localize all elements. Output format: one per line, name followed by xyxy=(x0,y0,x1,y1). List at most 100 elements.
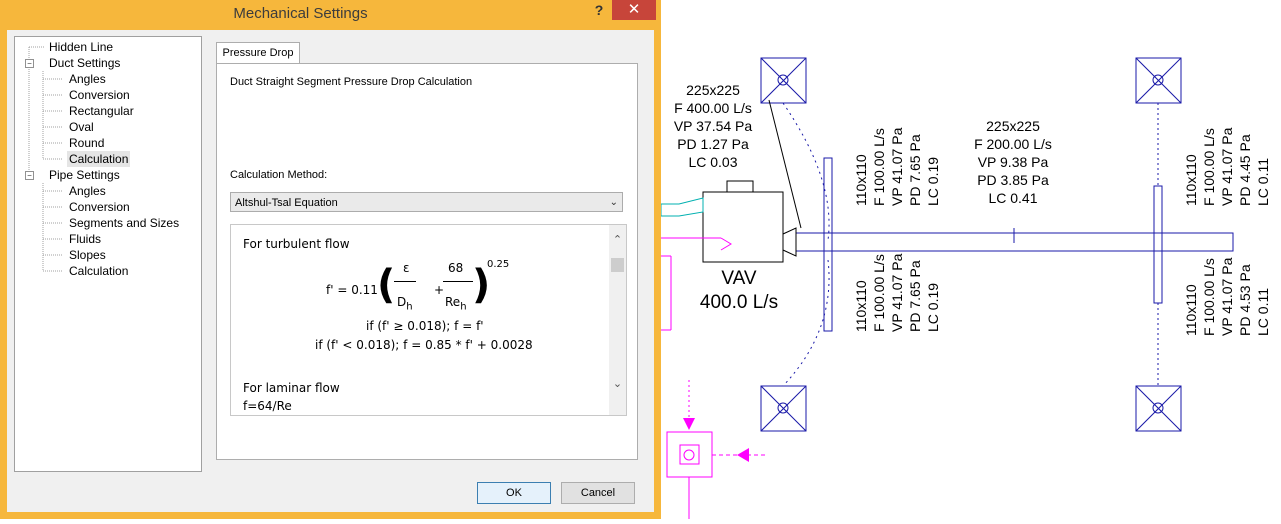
branch-lu-line-4: LC 0.19 xyxy=(925,283,941,332)
tree-item-duct-oval[interactable]: Oval xyxy=(69,119,94,135)
calculation-method-select[interactable]: Altshul-Tsal Equation ⌄ xyxy=(230,192,623,212)
formula-preview: For turbulent flow f' = 0.11 ( ε Dh + 68… xyxy=(230,224,627,416)
inlet-label-line-2: VP 37.54 Pa xyxy=(674,118,753,134)
tree-item-pipe-angles[interactable]: Angles xyxy=(69,183,106,199)
drawing-canvas[interactable]: 225x225 F 400.00 L/s VP 37.54 Pa PD 1.27 Pa… xyxy=(660,0,1281,519)
tree-item-pipe-settings[interactable]: Pipe Settings xyxy=(49,167,120,183)
calculation-method-value: Altshul-Tsal Equation xyxy=(235,197,338,209)
branch-duct-right xyxy=(1153,185,1163,304)
main-label-line-1: F 200.00 L/s xyxy=(974,136,1052,152)
branch-rl-line-0: 110x110 xyxy=(1183,284,1199,336)
main-label-line-2: VP 9.38 Pa xyxy=(978,154,1049,170)
branch-left-lower-label: 110x110 F 100.00 L/s VP 41.07 Pa PD 7.65 Pa… xyxy=(853,253,941,332)
vav-box xyxy=(702,191,784,263)
chevron-down-icon: ⌄ xyxy=(609,197,618,208)
main-label-line-0: 225x225 xyxy=(986,118,1040,134)
formula-dh: Dh xyxy=(397,295,413,313)
inlet-label-line-0: 225x225 xyxy=(686,82,740,98)
duct-settings-expander[interactable]: − xyxy=(25,59,34,68)
right-paren-icon: ) xyxy=(472,262,491,308)
branch-right-lower-label: 110x110 F 100.00 L/s VP 41.07 Pa PD 4.53 Pa… xyxy=(1183,257,1271,336)
formula-condition-2: if (f' < 0.018); f = 0.85 * f' + 0.0028 xyxy=(315,338,533,352)
calculation-method-label: Calculation Method: xyxy=(230,169,328,181)
branch-right-upper-label: 110x110 F 100.00 L/s VP 41.07 Pa PD 4.45 Pa… xyxy=(1183,127,1271,206)
formula-content: For turbulent flow f' = 0.11 ( ε Dh + 68… xyxy=(231,225,608,415)
settings-tree[interactable]: − − Hidden Line Duct Settings Angles Con… xyxy=(14,36,202,472)
tree-item-duct-angles[interactable]: Angles xyxy=(69,71,106,87)
formula-reh: Reh xyxy=(445,295,467,313)
turbulent-heading: For turbulent flow xyxy=(243,237,350,251)
branch-ru-line-2: VP 41.07 Pa xyxy=(1219,127,1235,206)
formula-epsilon: ε xyxy=(403,261,410,275)
inlet-duct-cyan xyxy=(660,197,704,217)
main-duct-label: 225x225 F 200.00 L/s VP 9.38 Pa PD 3.85 Pa L… xyxy=(974,118,1052,206)
inlet-label-line-3: PD 1.27 Pa xyxy=(677,136,749,152)
tree-item-duct-conversion[interactable]: Conversion xyxy=(69,87,130,103)
cancel-button[interactable]: Cancel xyxy=(561,482,635,504)
inlet-label-line-4: LC 0.03 xyxy=(688,154,737,170)
ok-button[interactable]: OK xyxy=(477,482,551,504)
branch-rl-line-1: F 100.00 L/s xyxy=(1201,258,1217,336)
branch-lu-line-1: F 100.00 L/s xyxy=(871,254,887,332)
branch-lu-line-2: VP 41.07 Pa xyxy=(889,253,905,332)
fraction-bar-2 xyxy=(443,281,473,282)
branch-ru-line-3: PD 4.45 Pa xyxy=(1237,134,1253,206)
branch-ru-line-0: 110x110 xyxy=(1183,154,1199,206)
laminar-formula: f=64/Re xyxy=(243,399,292,413)
branch-lu-line-0: 110x110 xyxy=(853,154,869,206)
tree-item-duct-calculation[interactable]: Calculation xyxy=(67,151,131,167)
vav-title: VAV xyxy=(721,268,757,289)
fraction-bar-1 xyxy=(394,281,416,282)
pipe-settings-expander[interactable]: − xyxy=(25,171,34,180)
vav-flow: 400.0 L/s xyxy=(700,292,778,313)
scroll-down-icon[interactable]: ⌄ xyxy=(609,377,626,394)
title-bar[interactable]: Mechanical Settings ? ✕ xyxy=(0,0,661,30)
scroll-up-icon[interactable]: ⌃ xyxy=(609,233,626,250)
tree-item-pipe-segments-sizes[interactable]: Segments and Sizes xyxy=(69,215,179,231)
vav-actuator xyxy=(726,180,754,193)
formula-scrollbar[interactable]: ⌃ ⌄ xyxy=(609,225,626,415)
tree-item-duct-round[interactable]: Round xyxy=(69,135,104,151)
formula-exponent: 0.25 xyxy=(487,259,510,270)
branch-ru-line-1: F 100.00 L/s xyxy=(1201,128,1217,206)
tab-pressure-drop[interactable]: Pressure Drop xyxy=(216,42,300,64)
mechanical-settings-dialog: Mechanical Settings ? ✕ − − Hidden Line … xyxy=(0,0,661,519)
branch-duct-left xyxy=(823,157,833,332)
branch-rl-line-3: PD 4.53 Pa xyxy=(1237,264,1253,336)
formula-plus: + xyxy=(434,283,445,297)
tree-item-duct-settings[interactable]: Duct Settings xyxy=(49,55,120,71)
pink-diffuser xyxy=(666,431,713,478)
branch-ru-line-4: LC 0.11 xyxy=(1255,158,1271,206)
branch-lu-line-0: 110x110 xyxy=(853,280,869,332)
pressure-drop-panel: Duct Straight Segment Pressure Drop Calc… xyxy=(216,63,638,460)
branch-lu-line-4: LC 0.19 xyxy=(925,157,941,206)
tree-item-pipe-calculation[interactable]: Calculation xyxy=(69,263,128,279)
window-title: Mechanical Settings xyxy=(233,5,368,22)
help-button[interactable]: ? xyxy=(588,2,610,22)
branch-rl-line-4: LC 0.11 xyxy=(1255,288,1271,336)
branch-lu-line-3: PD 7.65 Pa xyxy=(907,260,923,332)
main-label-line-3: PD 3.85 Pa xyxy=(977,172,1049,188)
left-paren-icon: ( xyxy=(377,262,396,308)
tab-control: Pressure Drop Duct Straight Segment Pres… xyxy=(216,42,638,460)
branch-lu-line-1: F 100.00 L/s xyxy=(871,128,887,206)
branch-rl-line-2: VP 41.07 Pa xyxy=(1219,257,1235,336)
laminar-heading: For laminar flow xyxy=(243,381,340,395)
scroll-thumb[interactable] xyxy=(611,258,624,272)
tree-item-pipe-conversion[interactable]: Conversion xyxy=(69,199,130,215)
inlet-label-line-1: F 400.00 L/s xyxy=(674,100,752,116)
branch-left-upper-label: 110x110 F 100.00 L/s VP 41.07 Pa PD 7.65 Pa… xyxy=(853,127,941,206)
vav-outlet-transition xyxy=(782,227,797,257)
tree-item-pipe-slopes[interactable]: Slopes xyxy=(69,247,106,263)
main-label-line-4: LC 0.41 xyxy=(988,190,1037,206)
tree-item-pipe-fluids[interactable]: Fluids xyxy=(69,231,101,247)
formula-condition-1: if (f' ≥ 0.018); f = f' xyxy=(366,319,484,333)
dialog-client-area: − − Hidden Line Duct Settings Angles Con… xyxy=(7,30,654,512)
tree-item-duct-rectangular[interactable]: Rectangular xyxy=(69,103,134,119)
close-button[interactable]: ✕ xyxy=(612,0,656,20)
duct-drawing: 225x225 F 400.00 L/s VP 37.54 Pa PD 1.27 Pa… xyxy=(660,57,1271,519)
formula-lhs: f' = 0.11 xyxy=(326,283,378,297)
arrow-left-icon xyxy=(737,448,749,462)
branch-lu-line-3: PD 7.65 Pa xyxy=(907,134,923,206)
tree-item-hidden-line[interactable]: Hidden Line xyxy=(49,39,113,55)
